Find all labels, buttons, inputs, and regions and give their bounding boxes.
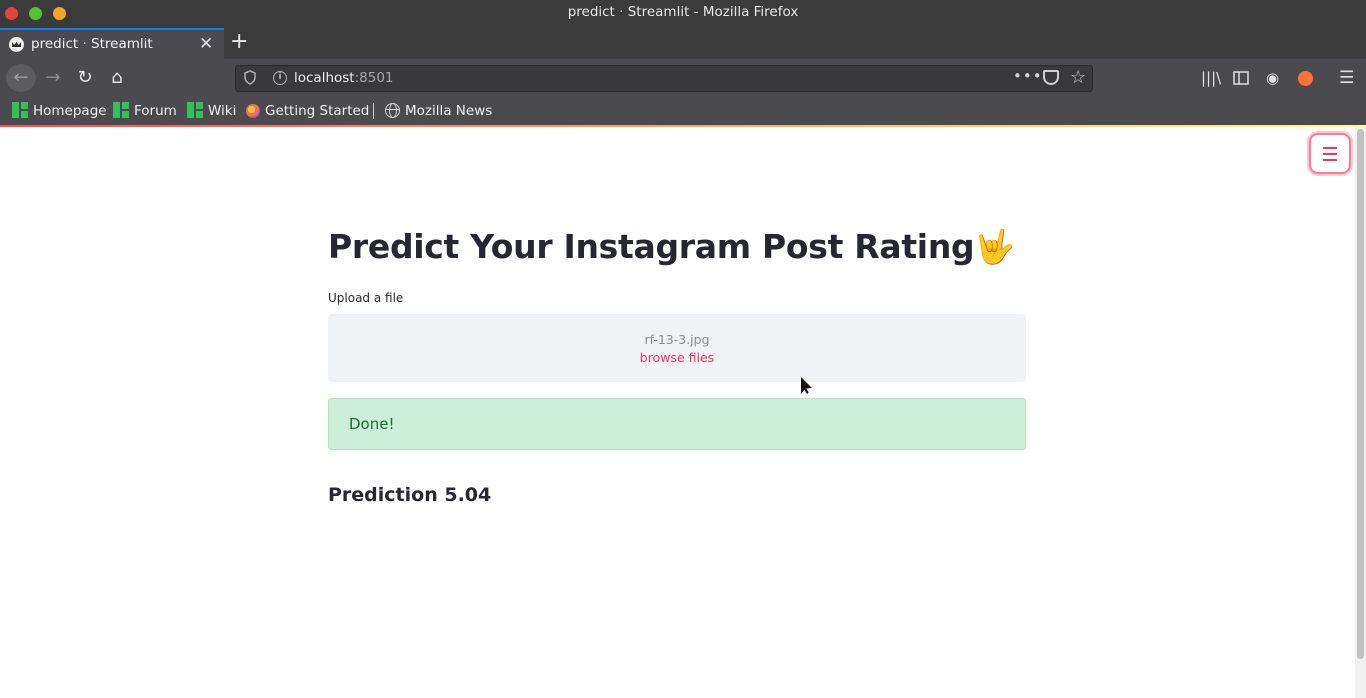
page-actions-icon[interactable]: •••	[1013, 67, 1043, 85]
manjaro-icon	[187, 102, 203, 118]
uploader-label: Upload a file	[328, 291, 404, 305]
account-icon[interactable]: ◉	[1266, 68, 1279, 88]
streamlit-favicon-icon	[9, 37, 24, 52]
hand-emoji-icon: 🤟	[974, 227, 1016, 266]
page-scrollbar[interactable]	[1355, 127, 1366, 698]
tab-title: predict · Streamlit	[31, 36, 153, 52]
uploaded-file-name: rf-13-3.jpg	[644, 332, 710, 347]
globe-icon	[385, 103, 400, 118]
firefox-extension-icon[interactable]	[1298, 71, 1313, 86]
bookmark-mozilla-news[interactable]: Mozilla News	[385, 102, 492, 120]
library-icon[interactable]: |||\	[1201, 68, 1221, 88]
url-text[interactable]: localhost:8501	[294, 70, 394, 86]
bookmark-forum[interactable]: Forum	[113, 102, 177, 120]
bookmark-wiki[interactable]: Wiki	[187, 102, 236, 120]
navigation-toolbar: ← → ↻ ⌂ i localhost:8501 ••• ☆ |||\ ◉ ☰	[0, 59, 1366, 98]
firefox-icon	[246, 104, 260, 118]
url-bar[interactable]: i localhost:8501 ••• ☆	[235, 65, 1093, 92]
new-tab-button[interactable]: +	[230, 29, 248, 55]
reload-button[interactable]: ↻	[71, 64, 99, 92]
window-titlebar: predict · Streamlit - Mozilla Firefox	[0, 0, 1366, 27]
browse-files-link[interactable]: browse files	[328, 350, 1026, 365]
success-alert: Done!	[328, 398, 1026, 450]
bookmark-star-icon[interactable]: ☆	[1070, 67, 1086, 89]
home-button[interactable]: ⌂	[103, 64, 131, 92]
window-title: predict · Streamlit - Mozilla Firefox	[567, 4, 799, 20]
close-tab-icon[interactable]: ✕	[199, 34, 213, 54]
bookmark-homepage[interactable]: Homepage	[12, 102, 107, 120]
page-title: Predict Your Instagram Post Rating🤟	[328, 227, 1016, 266]
bookmarks-toolbar: Homepage Forum Wiki Getting Started Mozi…	[0, 98, 1366, 125]
tab-strip: predict · Streamlit ✕ +	[0, 27, 1366, 59]
manjaro-icon	[12, 102, 28, 118]
hamburger-menu-icon[interactable]: ☰	[1339, 68, 1354, 88]
pocket-icon[interactable]	[1043, 70, 1059, 85]
file-dropzone[interactable]: rf-13-3.jpg browse files	[328, 314, 1026, 382]
scrollbar-thumb[interactable]	[1357, 129, 1364, 659]
tracking-shield-icon[interactable]	[244, 70, 256, 85]
streamlit-main-menu-button[interactable]	[1309, 133, 1351, 174]
site-info-icon[interactable]: i	[273, 71, 287, 85]
bookmark-getting-started[interactable]: Getting Started	[246, 102, 369, 120]
forward-button[interactable]: →	[39, 64, 67, 92]
back-button[interactable]: ←	[6, 64, 36, 92]
bookmark-separator	[373, 103, 374, 119]
prediction-heading: Prediction 5.04	[328, 484, 492, 506]
manjaro-icon	[113, 102, 129, 118]
tab-predict[interactable]: predict · Streamlit ✕	[0, 28, 224, 59]
sidebar-icon[interactable]	[1233, 71, 1249, 85]
page-content: Predict Your Instagram Post Rating🤟 Uplo…	[0, 127, 1366, 698]
success-message: Done!	[349, 415, 395, 433]
